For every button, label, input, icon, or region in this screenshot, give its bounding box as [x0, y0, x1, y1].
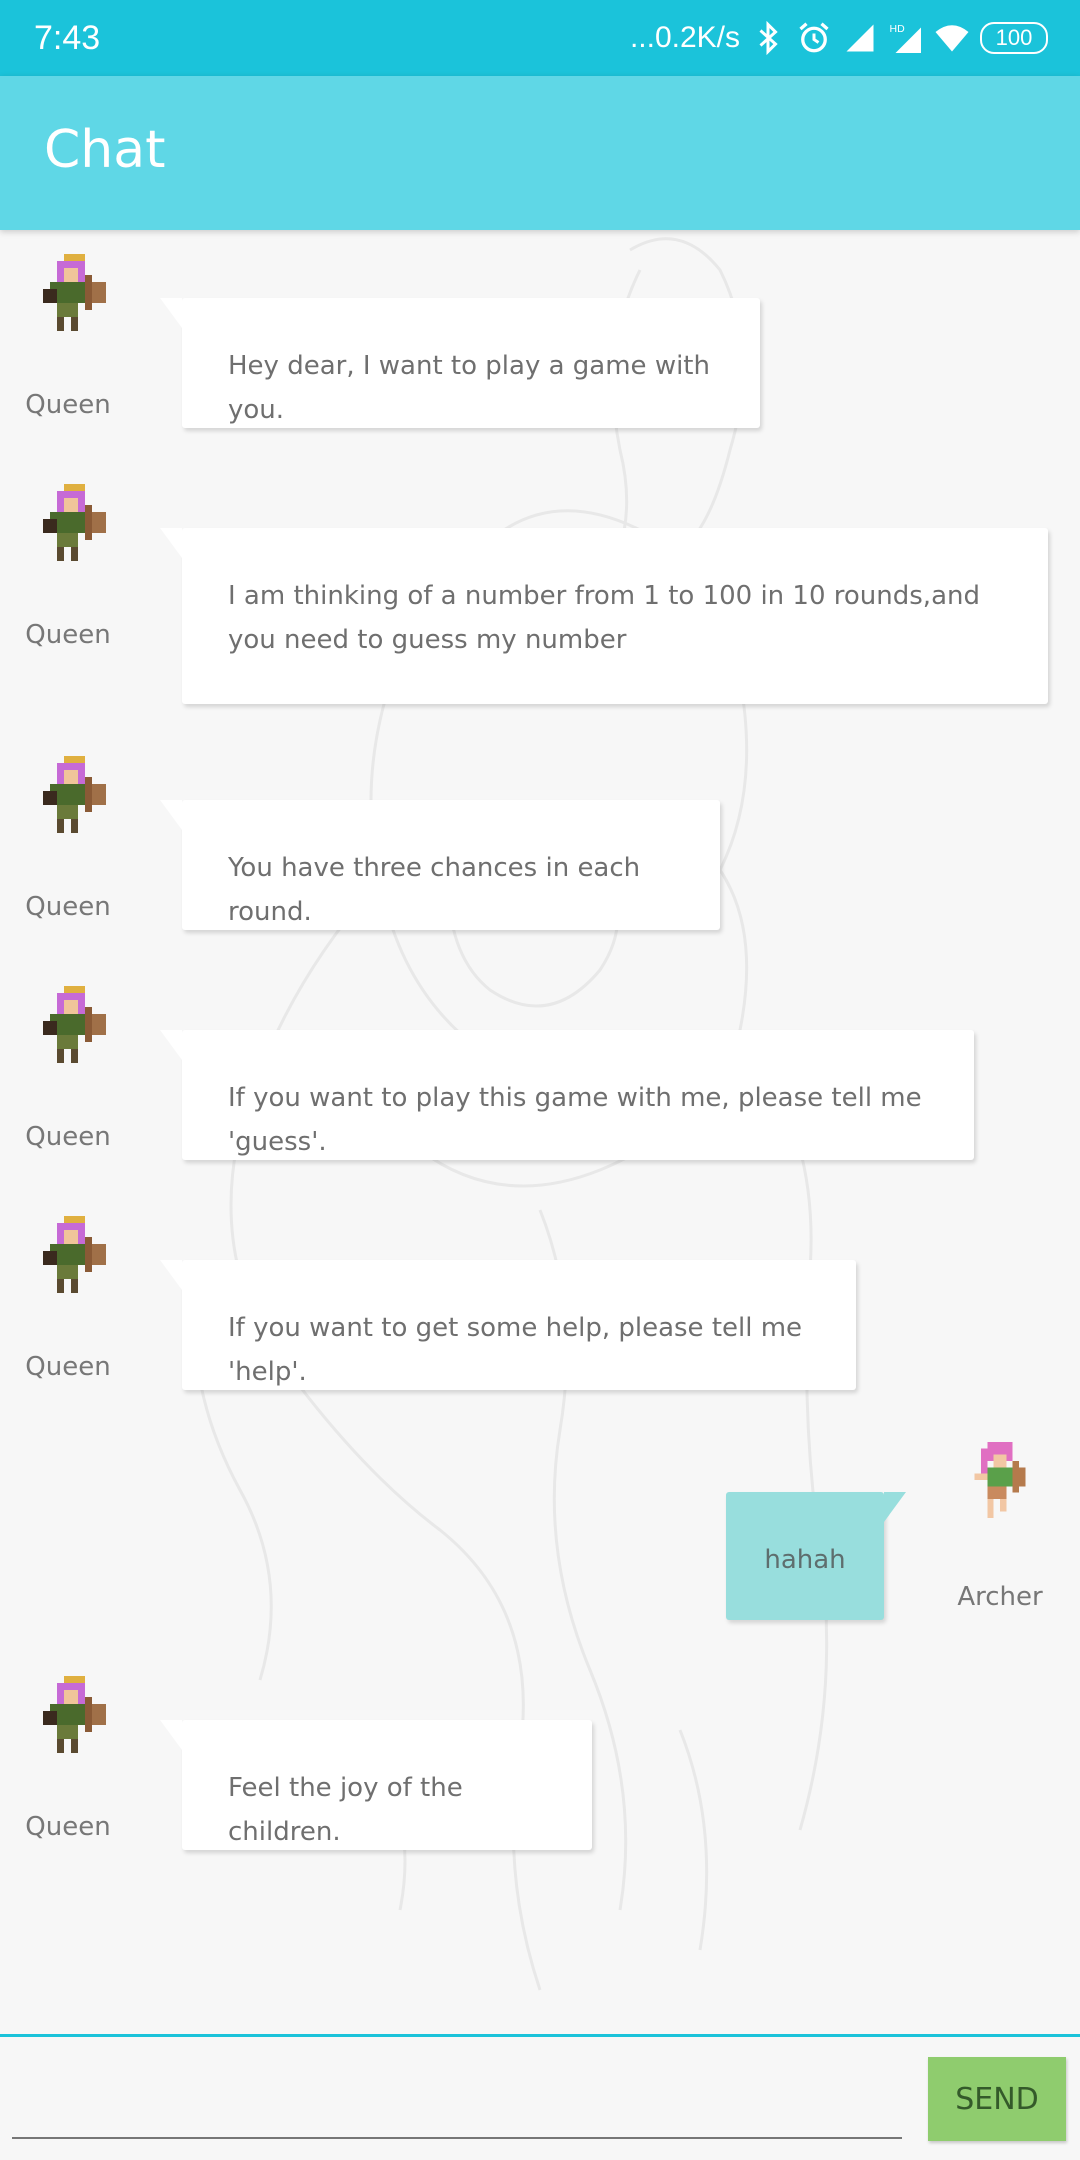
message-bubble[interactable]: I am thinking of a number from 1 to 100 … [160, 528, 1048, 704]
wifi-icon [935, 25, 969, 52]
queen-avatar[interactable] [36, 986, 120, 1070]
message-bubble[interactable]: If you want to get some help, please tel… [160, 1260, 856, 1390]
bluetooth-icon [759, 20, 778, 56]
sender-name: Archer [957, 1582, 1043, 1612]
battery-icon: 100 [980, 22, 1048, 54]
message-bubble[interactable]: hahah [726, 1492, 906, 1620]
message-input[interactable] [12, 2057, 902, 2139]
app-bar: Chat [0, 76, 1080, 230]
message-bubble[interactable]: Feel the joy of the children. [160, 1720, 592, 1850]
signal-icon [846, 24, 874, 52]
queen-avatar[interactable] [36, 1216, 120, 1300]
send-button[interactable]: SEND [928, 2057, 1066, 2141]
message-input-bar: SEND [0, 2034, 1080, 2160]
queen-avatar[interactable] [36, 1676, 120, 1760]
message-bubble[interactable]: Hey dear, I want to play a game with you… [160, 298, 760, 428]
chat-list[interactable]: Queen Hey dear, I want to play a game wi… [0, 230, 1080, 2036]
status-bar: 7:43 ...0.2K/s HD 100 [0, 0, 1080, 76]
queen-avatar[interactable] [36, 484, 120, 568]
queen-avatar[interactable] [36, 756, 120, 840]
sender-name: Queen [25, 1122, 111, 1152]
message-bubble[interactable]: You have three chances in each round. [160, 800, 720, 930]
archer-avatar[interactable] [962, 1442, 1038, 1518]
hd-signal-icon: HD [890, 23, 921, 53]
status-icons: ...0.2K/s HD 100 [630, 14, 1048, 62]
sender-name: Queen [25, 620, 111, 650]
page-title: Chat [44, 120, 166, 180]
message-bubble[interactable]: If you want to play this game with me, p… [160, 1030, 974, 1160]
network-speed: ...0.2K/s [629, 21, 740, 54]
hd-label: HD [890, 23, 906, 35]
sender-name: Queen [25, 390, 111, 420]
sender-name: Queen [25, 892, 111, 922]
alarm-icon [799, 22, 829, 53]
queen-avatar[interactable] [36, 254, 120, 338]
sender-name: Queen [25, 1352, 111, 1382]
sender-name: Queen [25, 1812, 111, 1842]
status-time: 7:43 [34, 19, 101, 57]
